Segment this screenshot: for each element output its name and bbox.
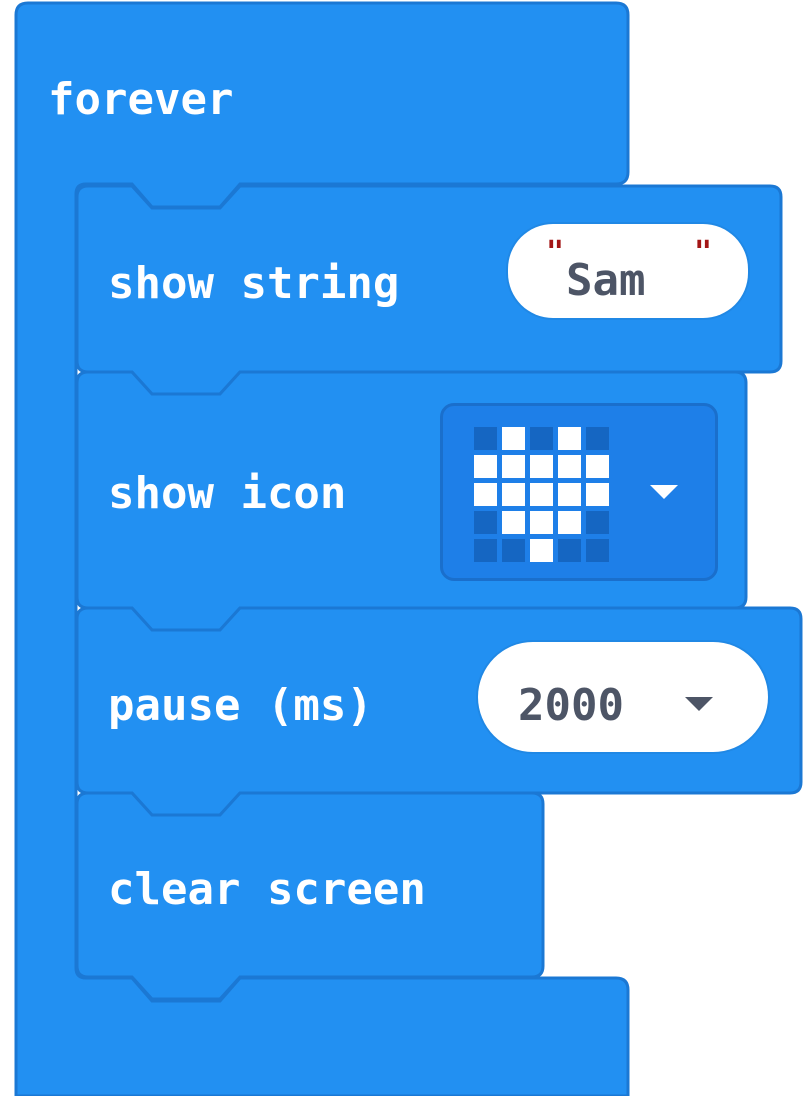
pause-label: pause (ms) [108, 680, 373, 731]
show-string-label: show string [108, 258, 400, 309]
led-0-1 [502, 427, 525, 450]
led-4-4 [586, 539, 609, 562]
led-1-0 [474, 455, 497, 478]
led-0-4 [586, 427, 609, 450]
show-icon-label: show icon [108, 468, 347, 519]
led-4-3 [558, 539, 581, 562]
forever-label: forever [48, 74, 234, 125]
led-3-1 [502, 511, 525, 534]
string-value[interactable]: Sam [566, 259, 645, 303]
pause-duration-value[interactable]: 2000 [518, 684, 624, 728]
led-3-0 [474, 511, 497, 534]
heart-icon [474, 427, 609, 562]
led-1-3 [558, 455, 581, 478]
clear-screen-label: clear screen [108, 864, 426, 915]
led-4-1 [502, 539, 525, 562]
led-0-3 [558, 427, 581, 450]
caret-down-icon[interactable] [650, 485, 678, 499]
led-0-2 [530, 427, 553, 450]
led-1-4 [586, 455, 609, 478]
led-3-3 [558, 511, 581, 534]
string-close-quote: " [694, 235, 713, 270]
led-2-1 [502, 483, 525, 506]
led-2-4 [586, 483, 609, 506]
led-1-1 [502, 455, 525, 478]
led-2-3 [558, 483, 581, 506]
string-open-quote: " [546, 235, 565, 270]
led-1-2 [530, 455, 553, 478]
led-3-4 [586, 511, 609, 534]
led-4-2 [530, 539, 553, 562]
led-3-2 [530, 511, 553, 534]
led-4-0 [474, 539, 497, 562]
led-2-0 [474, 483, 497, 506]
caret-down-icon[interactable] [685, 697, 713, 711]
led-2-2 [530, 483, 553, 506]
led-0-0 [474, 427, 497, 450]
